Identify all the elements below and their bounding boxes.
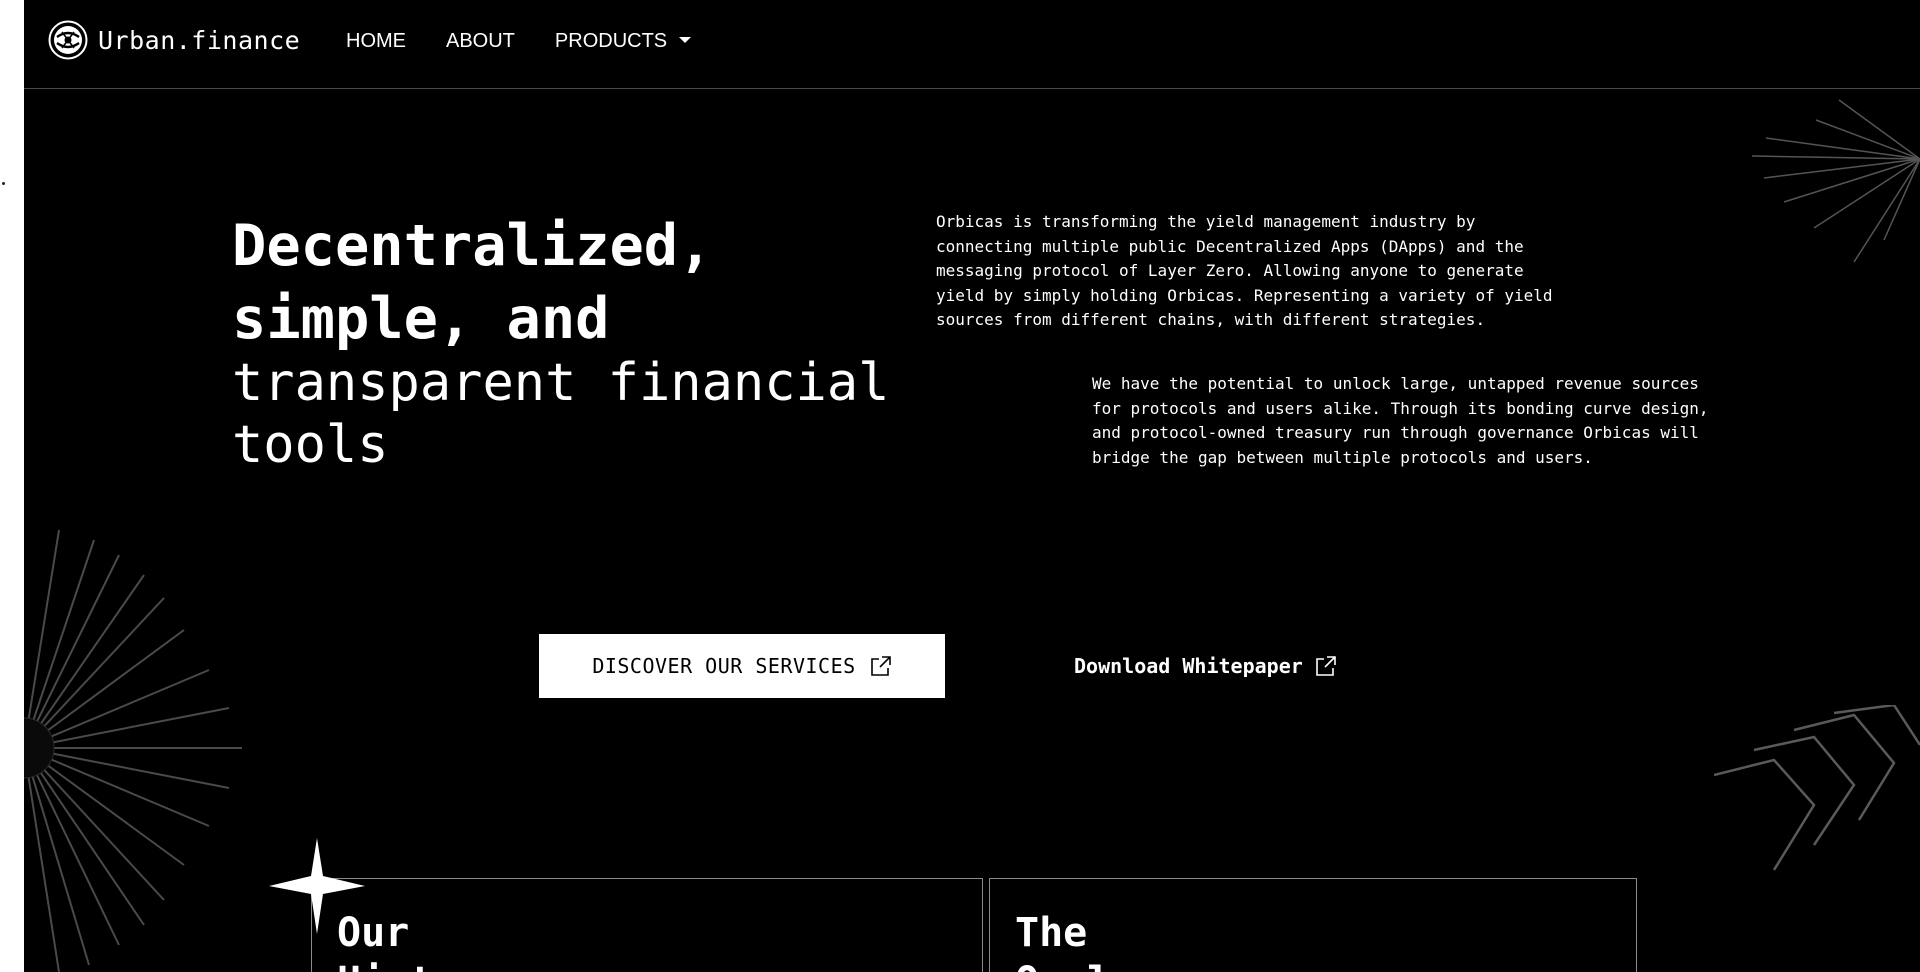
hero-headline-light: transparent financial tools: [232, 353, 890, 475]
stray-dot: [2, 182, 5, 185]
card-subtitle: Opal: [1015, 959, 1111, 972]
hero-headline-bold: Decentralized, simple, and: [232, 213, 713, 352]
page: Urban.finance HOME ABOUT PRODUCTS Decent…: [24, 0, 1920, 972]
hero-paragraph-1: Orbicas is transforming the yield manage…: [936, 212, 1553, 330]
nav-products-dropdown[interactable]: PRODUCTS: [554, 30, 692, 53]
sunburst-top-right-decoration: [1751, 99, 1920, 263]
top-navbar: Urban.finance HOME ABOUT PRODUCTS: [24, 0, 1920, 89]
history-card: Our Hist: [311, 878, 983, 972]
download-whitepaper-link[interactable]: Download Whitepaper: [1074, 648, 1337, 684]
caret-down-icon: [679, 36, 692, 43]
opal-card: The Opal: [989, 878, 1637, 972]
card-title: The: [1015, 910, 1088, 956]
brand-name: Urban.finance: [98, 25, 301, 55]
nav-products-label: PRODUCTS: [554, 30, 668, 52]
brand-logo[interactable]: Urban.finance: [48, 20, 300, 60]
card-subtitle: Hist: [337, 959, 433, 972]
nav-home-link[interactable]: HOME: [346, 30, 406, 53]
hero-paragraph-2: We have the potential to unlock large, u…: [1092, 374, 1709, 467]
sparkle-star-icon: [269, 838, 365, 934]
main-menu: HOME ABOUT PRODUCTS: [346, 30, 692, 53]
chevrons-decoration: [1714, 705, 1920, 871]
discover-services-label: DISCOVER OUR SERVICES: [592, 654, 856, 678]
external-link-icon: [870, 656, 891, 676]
discover-services-button[interactable]: DISCOVER OUR SERVICES: [539, 634, 945, 698]
sunburst-left-decoration: [24, 529, 242, 972]
nav-about-link[interactable]: ABOUT: [446, 30, 515, 53]
download-whitepaper-label: Download Whitepaper: [1074, 654, 1303, 678]
globe-logo-icon: [48, 20, 88, 60]
external-link-icon: [1315, 656, 1336, 676]
